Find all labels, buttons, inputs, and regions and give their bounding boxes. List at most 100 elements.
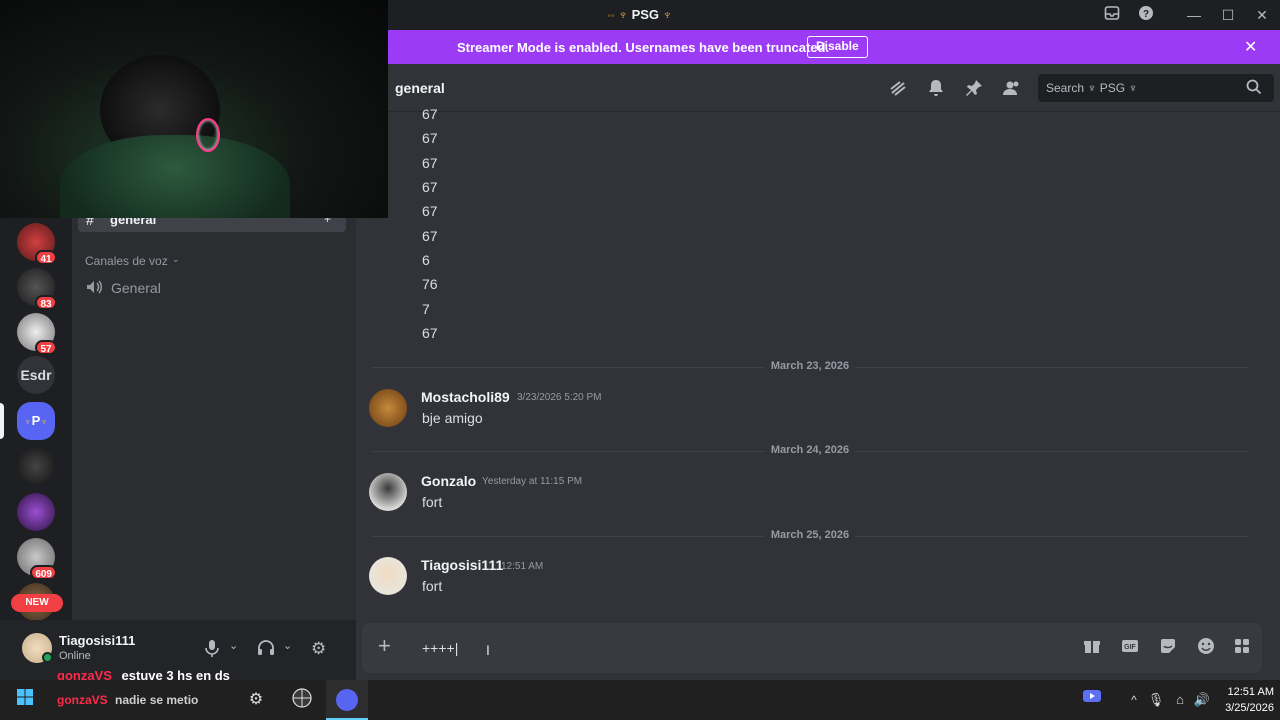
- ring-light-reflection: [196, 118, 220, 152]
- discord-icon: [336, 689, 358, 711]
- maximize-button[interactable]: ☐: [1218, 5, 1238, 25]
- message-text: 67: [422, 155, 438, 171]
- username[interactable]: Tiagosisi111: [59, 633, 135, 648]
- server-icon[interactable]: Esdr: [17, 356, 55, 394]
- message-text: 67: [422, 179, 438, 195]
- voice-category[interactable]: Canales de voz: [85, 254, 168, 268]
- unread-badge: 41: [35, 250, 57, 265]
- server-list: 41 83 57 Esdr ♆P♆ 609 NEW: [0, 218, 72, 680]
- search-input[interactable]: Search ♆ PSG ♆: [1038, 74, 1274, 102]
- message-text: 67: [422, 228, 438, 244]
- disable-button[interactable]: Disable: [807, 36, 868, 58]
- gear-icon[interactable]: ⚙: [311, 639, 326, 659]
- message-text: 67: [422, 106, 438, 122]
- apps-icon[interactable]: [1232, 637, 1252, 657]
- microphone-icon[interactable]: [204, 639, 220, 662]
- add-attachment-button[interactable]: +: [378, 635, 391, 657]
- chevron-down-icon[interactable]: ⌄: [283, 639, 292, 652]
- meet-now-icon[interactable]: [1080, 688, 1104, 712]
- server-icon[interactable]: [17, 493, 55, 531]
- banner-text: Streamer Mode is enabled. Usernames have…: [457, 40, 830, 55]
- webcam-shirt: [60, 135, 290, 218]
- webcam-overlay: [0, 0, 388, 218]
- windows-start-icon[interactable]: [13, 688, 37, 712]
- gift-icon[interactable]: [1082, 637, 1102, 657]
- taskbar: gonzaVS nadie se metio ⚙ ^ 🎙 ⌂ 🔊 12:51 A…: [0, 680, 1280, 720]
- message-text: fort: [422, 578, 443, 594]
- server-icon[interactable]: 83: [17, 268, 57, 310]
- microphone-tray-icon[interactable]: 🎙: [1144, 688, 1168, 712]
- channel-title: general: [395, 80, 445, 96]
- unread-badge: 609: [30, 565, 57, 580]
- server-icon-selected[interactable]: ♆P♆: [17, 402, 55, 440]
- emoji-icon[interactable]: [1196, 637, 1216, 657]
- text-cursor-icon: I: [486, 642, 490, 658]
- voice-channel-general[interactable]: General: [111, 280, 161, 296]
- message-input[interactable]: ++++|: [422, 640, 458, 656]
- message-text: 67: [422, 130, 438, 146]
- message-text: 7: [422, 301, 430, 317]
- clock-time[interactable]: 12:51 AM: [1214, 686, 1274, 698]
- message-author[interactable]: Gonzalo: [421, 473, 476, 489]
- message-text: fort: [422, 494, 443, 510]
- members-icon[interactable]: [1002, 78, 1022, 103]
- discord-taskbar-button[interactable]: [326, 680, 368, 720]
- message-author[interactable]: Tiagosisi111: [421, 557, 503, 573]
- clock-date[interactable]: 3/25/2026: [1214, 702, 1274, 714]
- message-timestamp: Yesterday at 11:15 PM: [482, 476, 583, 487]
- overlay-chat-line-2: gonzaVS nadie se metio: [57, 693, 199, 707]
- online-status-dot: [42, 652, 53, 663]
- message-text: 76: [422, 276, 438, 292]
- message-text: 67: [422, 203, 438, 219]
- svg-text:?: ?: [1143, 9, 1149, 20]
- message-composer[interactable]: + ++++| I GIF: [362, 623, 1262, 673]
- streamer-mode-banner: Streamer Mode is enabled. Usernames have…: [388, 30, 1280, 64]
- bell-icon[interactable]: [926, 78, 946, 103]
- channel-header: general Search ♆ PSG ♆: [388, 64, 1280, 112]
- server-icon[interactable]: 609: [17, 538, 57, 580]
- search-placeholder: Search ♆ PSG ♆: [1046, 81, 1138, 95]
- threads-icon[interactable]: [888, 78, 908, 103]
- volume-icon[interactable]: 🔊: [1190, 688, 1214, 712]
- sticker-icon[interactable]: [1158, 637, 1178, 657]
- message-text: bje amigo: [422, 410, 483, 426]
- date-divider: March 24, 2026: [372, 444, 1248, 456]
- avatar[interactable]: [369, 389, 407, 427]
- inbox-icon[interactable]: [1102, 5, 1122, 25]
- selected-server-indicator: [0, 403, 4, 439]
- unread-badge: 83: [35, 295, 57, 310]
- message-text: 67: [422, 325, 438, 341]
- network-icon[interactable]: ⌂: [1168, 688, 1192, 712]
- headphones-icon[interactable]: [257, 639, 275, 662]
- chevron-up-icon[interactable]: ^: [1122, 688, 1146, 712]
- close-banner-icon[interactable]: ✕: [1244, 37, 1257, 57]
- date-divider: March 23, 2026: [372, 360, 1248, 372]
- settings-icon[interactable]: ⚙: [244, 688, 268, 712]
- chevron-down-icon[interactable]: ⌄: [229, 639, 238, 652]
- avatar[interactable]: [369, 557, 407, 595]
- minimize-button[interactable]: —: [1184, 5, 1204, 25]
- help-icon[interactable]: ?: [1136, 5, 1156, 25]
- message-timestamp: 3/23/2026 5:20 PM: [517, 392, 602, 403]
- unread-badge: 57: [35, 340, 57, 355]
- speaker-icon: [85, 278, 103, 301]
- message-timestamp: 12:51 AM: [501, 561, 544, 572]
- trident-icon: ♆: [662, 7, 673, 22]
- channel-sidebar: # general + Canales de voz ⌄ General: [72, 210, 356, 620]
- chevron-down-icon: ⌄: [172, 254, 180, 264]
- server-icon[interactable]: 41: [17, 223, 57, 265]
- message-text: 6: [422, 252, 430, 268]
- gif-icon[interactable]: GIF: [1120, 637, 1140, 657]
- close-window-button[interactable]: ✕: [1252, 5, 1272, 25]
- window-title-text: PSG: [631, 7, 660, 22]
- date-divider: March 25, 2026: [372, 529, 1248, 541]
- server-icon[interactable]: [17, 447, 55, 485]
- pin-icon[interactable]: [964, 78, 984, 103]
- chat-area: [356, 64, 1280, 680]
- message-author[interactable]: Mostacholi89: [421, 389, 510, 405]
- server-icon[interactable]: 57: [17, 313, 57, 355]
- browser-icon[interactable]: [290, 688, 314, 712]
- svg-text:GIF: GIF: [1124, 644, 1136, 651]
- search-icon: [1246, 79, 1262, 100]
- avatar[interactable]: [369, 473, 407, 511]
